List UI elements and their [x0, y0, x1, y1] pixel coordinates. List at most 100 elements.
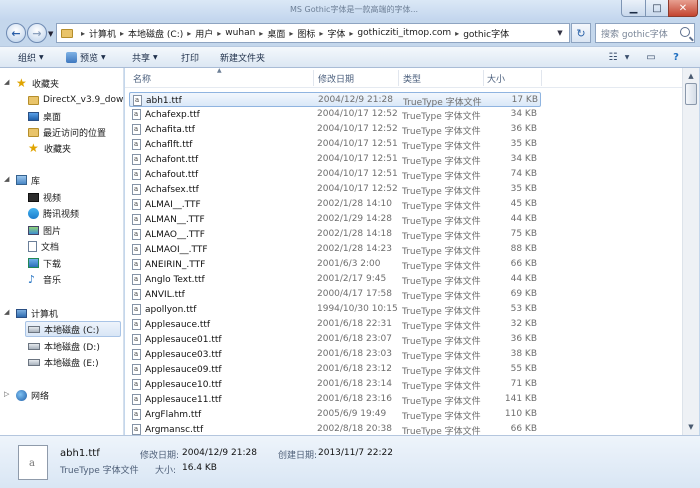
refresh-button[interactable]: ↻: [571, 23, 591, 43]
address-history-dropdown-icon[interactable]: ▼: [553, 25, 567, 41]
column-divider[interactable]: [398, 70, 399, 86]
nav-item-label: 下载: [43, 259, 62, 270]
file-row[interactable]: Applesauce09.ttf 2001/6/18 23:12 TrueType …: [129, 362, 541, 377]
breadcrumb-separator-icon[interactable]: ▸: [217, 29, 221, 38]
file-row[interactable]: Achafont.ttf 2004/10/17 12:51 TrueType 字体文…: [129, 152, 541, 167]
column-header-date[interactable]: 修改日期: [318, 72, 354, 85]
nav-item-pictures[interactable]: 图片: [28, 222, 61, 238]
forward-button[interactable]: →: [27, 23, 47, 43]
file-row[interactable]: Applesauce10.ttf 2001/6/18 23:14 TrueType …: [129, 377, 541, 392]
nav-item-drive-c[interactable]: 本地磁盘 (C:): [25, 321, 121, 337]
column-header-size[interactable]: 大小: [487, 72, 505, 85]
breadcrumb-item[interactable]: 桌面: [267, 27, 285, 40]
breadcrumb-separator-icon[interactable]: ▸: [259, 29, 263, 38]
collapse-arrow-icon[interactable]: ◢: [4, 78, 9, 86]
search-input[interactable]: 搜索 gothic字体: [601, 27, 668, 40]
collapse-arrow-icon[interactable]: ◢: [4, 308, 9, 316]
minimize-button[interactable]: ▁: [621, 0, 646, 17]
nav-item-directx[interactable]: DirectX_v3.9_down: [28, 92, 123, 108]
maximize-button[interactable]: □: [645, 0, 669, 17]
breadcrumb-item[interactable]: 本地磁盘 (C:): [128, 27, 183, 40]
file-row[interactable]: Achafsex.ttf 2004/10/17 12:52 TrueType 字体文…: [129, 182, 541, 197]
file-row[interactable]: ArgFlahm.ttf 2005/6/9 19:49 TrueType 字体文件 1…: [129, 407, 541, 422]
preview-pane-button[interactable]: ▭: [643, 50, 659, 65]
breadcrumb-separator-icon[interactable]: ▸: [120, 29, 124, 38]
recent-pages-dropdown-icon[interactable]: ▼: [48, 30, 53, 38]
preview-button[interactable]: 预览 ▼: [66, 51, 106, 64]
new-folder-button[interactable]: 新建文件夹: [220, 51, 265, 64]
breadcrumb-item[interactable]: gothic字体: [463, 27, 509, 40]
nav-libraries[interactable]: ◢ 库: [4, 172, 40, 188]
file-row[interactable]: Applesauce03.ttf 2001/6/18 23:03 TrueType …: [129, 347, 541, 362]
address-bar[interactable]: ▸ 计算机 ▸ 本地磁盘 (C:) ▸ 用户 ▸ wuhan ▸ 桌面 ▸ 图标 ▸ 字体 ▸ gothicz…: [56, 23, 570, 43]
breadcrumb-item[interactable]: wuhan: [225, 28, 255, 38]
file-row[interactable]: ALMAN__.TTF 2002/1/29 14:28 TrueType 字体文件 4…: [129, 212, 541, 227]
column-divider[interactable]: [541, 70, 542, 86]
details-created-value: 2013/11/7 22:22: [318, 448, 393, 458]
nav-item-tencent-video[interactable]: 腾讯视频: [28, 205, 79, 221]
file-row[interactable]: Applesauce11.ttf 2001/6/18 23:16 TrueType …: [129, 392, 541, 407]
search-box[interactable]: 搜索 gothic字体: [595, 23, 695, 43]
file-row[interactable]: ANEIRIN_.TTF 2001/6/3 2:00 TrueType 字体文件 66…: [129, 257, 541, 272]
scroll-down-button[interactable]: ▼: [684, 420, 698, 434]
file-row[interactable]: Applesauce01.ttf 2001/6/18 23:07 TrueType …: [129, 332, 541, 347]
collapse-arrow-icon[interactable]: ◢: [4, 175, 9, 183]
file-row[interactable]: ANVIL.ttf 2000/4/17 17:58 TrueType 字体文件 69 …: [129, 287, 541, 302]
breadcrumb-separator-icon[interactable]: ▸: [455, 29, 459, 38]
column-divider[interactable]: [313, 70, 314, 86]
view-dropdown[interactable]: ▼: [622, 50, 632, 65]
file-size: 35 KB: [510, 184, 537, 194]
nav-network[interactable]: ▷ 网络: [4, 387, 49, 403]
scroll-up-button[interactable]: ▲: [684, 69, 698, 83]
file-row[interactable]: Achafexp.ttf 2004/10/17 12:52 TrueType 字体文…: [129, 107, 541, 122]
nav-item-drive-d[interactable]: 本地磁盘 (D:): [28, 338, 100, 354]
file-row[interactable]: Applesauce.ttf 2001/6/18 22:31 TrueType 字体…: [129, 317, 541, 332]
nav-item-downloads[interactable]: 下载: [28, 255, 61, 271]
breadcrumb-separator-icon[interactable]: ▸: [187, 29, 191, 38]
help-button[interactable]: ?: [668, 50, 684, 65]
nav-favorites[interactable]: ◢ ★ 收藏夹: [4, 75, 59, 91]
file-row[interactable]: apollyon.ttf 1994/10/30 10:15 TrueType 字体文…: [129, 302, 541, 317]
breadcrumb-item[interactable]: gothicziti_itmop.com: [357, 28, 451, 38]
close-button[interactable]: ✕: [668, 0, 698, 17]
file-row[interactable]: Achafout.ttf 2004/10/17 12:51 TrueType 字体文…: [129, 167, 541, 182]
scroll-thumb[interactable]: [685, 83, 697, 105]
nav-computer[interactable]: ◢ 计算机: [4, 305, 58, 321]
expand-arrow-icon[interactable]: ▷: [4, 390, 9, 398]
change-view-button[interactable]: ☷: [604, 50, 622, 65]
breadcrumb-separator-icon[interactable]: ▸: [349, 29, 353, 38]
file-row[interactable]: ALMAO__.TTF 2002/1/28 14:18 TrueType 字体文件 7…: [129, 227, 541, 242]
breadcrumb-separator-icon[interactable]: ▸: [81, 29, 85, 38]
nav-item-recent-places[interactable]: 最近访问的位置: [28, 124, 106, 140]
back-button[interactable]: ←: [6, 23, 26, 43]
file-type: TrueType 字体文件: [402, 322, 481, 332]
file-row[interactable]: Anglo Text.ttf 2001/2/17 9:45 TrueType 字体文…: [129, 272, 541, 287]
print-button[interactable]: 打印: [181, 51, 199, 64]
file-row[interactable]: ALMAOI__.TTF 2002/1/28 14:23 TrueType 字体文件…: [129, 242, 541, 257]
nav-item-videos[interactable]: 视频: [28, 189, 61, 205]
share-button[interactable]: 共享 ▼: [132, 51, 158, 64]
column-divider[interactable]: [483, 70, 484, 86]
breadcrumb-separator-icon[interactable]: ▸: [289, 29, 293, 38]
column-header-name[interactable]: 名称: [133, 72, 151, 85]
breadcrumb-item[interactable]: 计算机: [89, 27, 116, 40]
organize-button[interactable]: 组织 ▼: [18, 51, 44, 64]
nav-item-favorites-folder[interactable]: ★ 收藏夹: [28, 140, 71, 156]
library-icon: [16, 175, 27, 185]
file-row[interactable]: ALMAI__.TTF 2002/1/28 14:10 TrueType 字体文件 4…: [129, 197, 541, 212]
file-row[interactable]: Argmansc.ttf 2002/8/18 20:38 TrueType 字体文件…: [129, 422, 541, 435]
breadcrumb-item[interactable]: 图标: [297, 27, 315, 40]
nav-item-drive-e[interactable]: 本地磁盘 (E:): [28, 354, 99, 370]
column-header-type[interactable]: 类型: [403, 72, 421, 85]
breadcrumb-separator-icon[interactable]: ▸: [319, 29, 323, 38]
nav-item-documents[interactable]: 文档: [28, 238, 59, 254]
file-row[interactable]: abh1.ttf2004/12/9 21:28TrueType 字体文件17 K…: [129, 92, 541, 108]
search-icon[interactable]: [680, 27, 690, 37]
vertical-scrollbar[interactable]: ▲ ▼: [682, 68, 699, 435]
nav-item-music[interactable]: ♪ 音乐: [28, 271, 61, 287]
file-row[interactable]: Achafita.ttf 2004/10/17 12:52 TrueType 字体文…: [129, 122, 541, 137]
nav-item-desktop[interactable]: 桌面: [28, 108, 61, 124]
breadcrumb-item[interactable]: 字体: [327, 27, 345, 40]
breadcrumb-item[interactable]: 用户: [195, 27, 213, 40]
file-row[interactable]: Achaflft.ttf 2004/10/17 12:51 TrueType 字体文…: [129, 137, 541, 152]
